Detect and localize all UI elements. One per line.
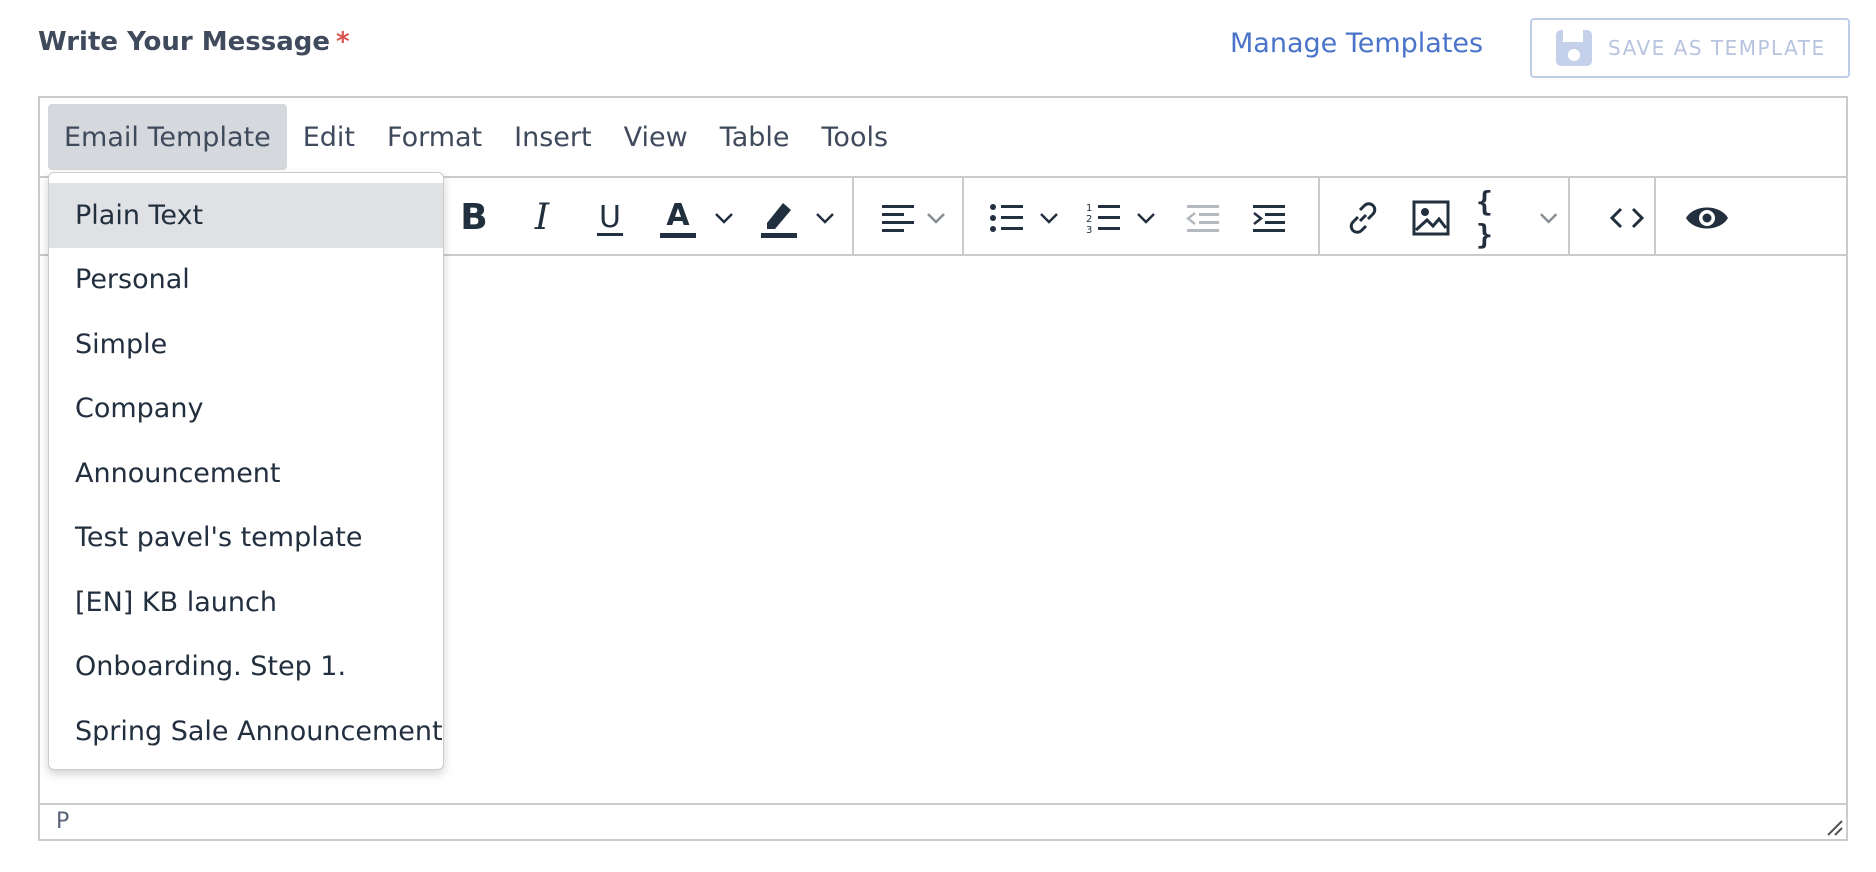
indent-button[interactable]	[1244, 196, 1294, 240]
template-option-en-kb-launch[interactable]: [EN] KB launch	[49, 570, 443, 635]
merge-tags-button[interactable]: { }	[1476, 185, 1560, 251]
template-option-personal[interactable]: Personal	[49, 248, 443, 313]
indent-icon	[1253, 205, 1285, 232]
svg-text:1: 1	[1086, 203, 1092, 214]
svg-text:2: 2	[1086, 214, 1092, 225]
editor-menubar: Email Template Edit Format Insert View T…	[40, 98, 1846, 176]
text-color-swatch	[660, 232, 696, 238]
underline-icon: U	[599, 199, 621, 235]
menu-view[interactable]: View	[608, 104, 704, 170]
template-option-onboarding-step-1[interactable]: Onboarding. Step 1.	[49, 635, 443, 700]
resize-handle-icon[interactable]	[1822, 815, 1844, 837]
menu-table[interactable]: Table	[704, 104, 806, 170]
template-option-simple[interactable]: Simple	[49, 312, 443, 377]
chevron-down-icon	[715, 213, 733, 224]
preview-eye-icon	[1686, 207, 1728, 229]
editor-statusbar: P	[40, 803, 1846, 839]
chevron-down-icon	[1040, 213, 1058, 224]
highlight-color-button[interactable]	[752, 196, 844, 240]
code-braces-icon: { }	[1476, 185, 1495, 251]
chevron-down-icon	[927, 213, 945, 224]
bold-icon: B	[460, 197, 488, 238]
highlight-icon	[761, 203, 797, 238]
chevron-down-icon	[1539, 213, 1557, 224]
template-option-plain-text[interactable]: Plain Text	[49, 183, 443, 248]
email-template-dropdown: Plain Text Personal Simple Company Annou…	[48, 172, 444, 770]
svg-text:3: 3	[1086, 225, 1092, 235]
toolbar-separator	[1654, 178, 1656, 256]
underline-bar	[597, 232, 623, 236]
template-option-spring-sale[interactable]: Spring Sale Announcement	[49, 699, 443, 764]
menu-edit[interactable]: Edit	[287, 104, 371, 170]
outdent-icon	[1185, 205, 1219, 232]
align-button[interactable]	[872, 196, 956, 240]
source-code-button[interactable]	[1602, 196, 1652, 240]
save-as-template-label: SAVE AS TEMPLATE	[1608, 36, 1826, 60]
toolbar-separator	[852, 178, 854, 256]
source-code-icon	[1609, 207, 1645, 229]
bullet-list-button[interactable]	[984, 196, 1066, 240]
menu-tools[interactable]: Tools	[806, 104, 905, 170]
toolbar-separator	[1568, 178, 1570, 256]
preview-button[interactable]	[1680, 196, 1734, 240]
manage-templates-link[interactable]: Manage Templates	[1230, 28, 1483, 59]
toolbar-separator	[962, 178, 964, 256]
underline-button[interactable]: U	[588, 196, 632, 240]
align-left-icon	[882, 205, 914, 232]
image-icon	[1412, 200, 1450, 236]
chevron-down-icon	[1137, 213, 1155, 224]
insert-image-button[interactable]	[1406, 196, 1456, 240]
text-color-icon: A	[666, 197, 690, 233]
toolbar-separator	[1318, 178, 1320, 256]
message-label: Write Your Message *	[38, 27, 350, 57]
bold-button[interactable]: B	[452, 196, 496, 240]
save-as-template-button[interactable]: SAVE AS TEMPLATE	[1530, 18, 1850, 78]
outdent-button[interactable]	[1178, 196, 1228, 240]
italic-button[interactable]: I	[520, 196, 564, 240]
link-icon	[1349, 202, 1377, 234]
required-mark: *	[336, 27, 350, 57]
insert-link-button[interactable]	[1338, 196, 1388, 240]
element-path[interactable]: P	[56, 809, 69, 834]
italic-icon: I	[534, 197, 550, 238]
save-icon	[1556, 30, 1592, 66]
text-color-button[interactable]: A	[652, 196, 742, 240]
numbered-list-button[interactable]: 1 2 3	[1080, 196, 1164, 240]
menu-email-template[interactable]: Email Template	[48, 104, 287, 170]
template-option-test-pavels[interactable]: Test pavel's template	[49, 506, 443, 571]
template-option-company[interactable]: Company	[49, 377, 443, 442]
message-label-text: Write Your Message	[38, 27, 331, 57]
menu-insert[interactable]: Insert	[498, 104, 607, 170]
menu-format[interactable]: Format	[371, 104, 498, 170]
template-option-announcement[interactable]: Announcement	[49, 441, 443, 506]
numbered-list-icon: 1 2 3	[1086, 203, 1120, 235]
bullet-list-icon	[990, 204, 1023, 232]
chevron-down-icon	[816, 213, 834, 224]
